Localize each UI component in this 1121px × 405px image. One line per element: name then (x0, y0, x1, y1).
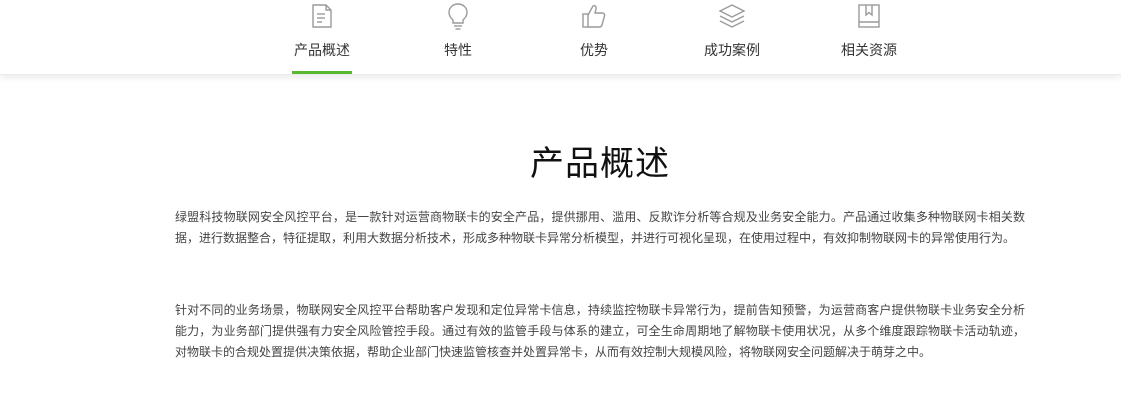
lightbulb-icon (444, 2, 472, 30)
tab-label: 产品概述 (294, 43, 350, 59)
tab-label: 相关资源 (841, 43, 897, 59)
tab-success-cases[interactable]: 成功案例 (695, 0, 769, 74)
layers-icon (718, 2, 746, 30)
tab-product-overview[interactable]: 产品概述 (292, 0, 352, 74)
tab-label: 特性 (444, 43, 472, 59)
document-icon (308, 2, 336, 30)
overview-paragraph: 针对不同的业务场景，物联网安全风控平台帮助客户发现和定位异常卡信息，持续监控物联… (175, 303, 1025, 359)
overview-paragraph: 绿盟科技物联网安全风控平台，是一款针对运营商物联卡的安全产品，提供挪用、滥用、反… (175, 210, 1025, 245)
section-nav: 产品概述 特性 优势 成功案例 相关资源 (0, 0, 1121, 75)
tab-features[interactable]: 特性 (428, 0, 488, 74)
active-tab-underline (292, 71, 352, 74)
thumbs-up-icon (580, 2, 608, 30)
tab-advantages[interactable]: 优势 (564, 0, 624, 74)
book-icon (855, 2, 883, 30)
tab-label: 优势 (580, 43, 608, 59)
page-title: 产品概述 (530, 144, 670, 184)
tab-label: 成功案例 (704, 43, 760, 59)
tab-related-resources[interactable]: 相关资源 (834, 0, 904, 74)
